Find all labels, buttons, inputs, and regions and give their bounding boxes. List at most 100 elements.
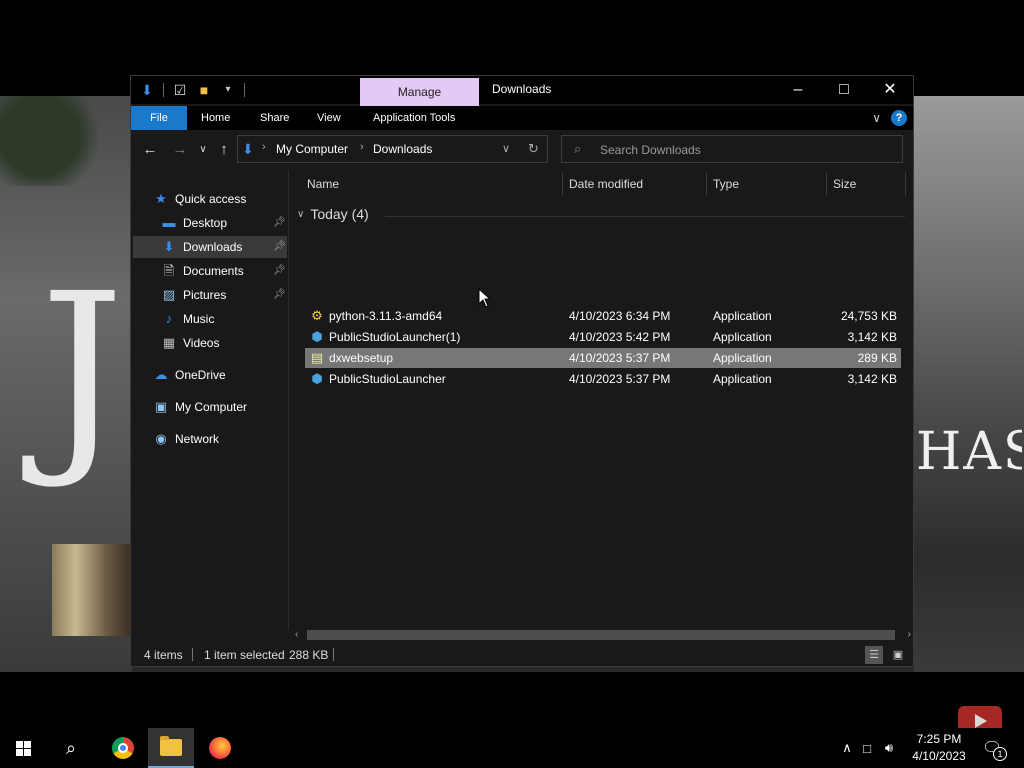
title-bar[interactable]: ⬇ ☑ ■ ▾ Manage Downloads – □ ✕ [131, 76, 913, 106]
desktop-icon: ▬ [162, 215, 176, 230]
scroll-right-arrow-icon[interactable]: › [908, 628, 911, 642]
selection-size: 288 KB [289, 648, 329, 662]
column-divider[interactable] [826, 172, 827, 196]
system-tray: ∧ □ 🔊︎ [838, 728, 900, 768]
manage-contextual-tab[interactable]: Manage [360, 78, 479, 106]
group-header-today[interactable]: ∨ Today (4) [297, 206, 369, 222]
address-bar[interactable]: ⬇ › My Computer › Downloads ∨ ↻ [237, 135, 548, 163]
new-folder-icon[interactable]: ■ [196, 82, 212, 98]
nav-item-label: Documents [183, 264, 244, 278]
nav-item-documents[interactable]: 🗎 Documents [161, 260, 285, 282]
python-installer-icon: ⚙ [311, 308, 323, 323]
volume-icon[interactable]: 🔊︎ [878, 740, 900, 756]
chrome-icon[interactable] [100, 728, 146, 768]
address-dropdown-chevron-icon[interactable]: ∨ [502, 142, 510, 155]
breadcrumb-my-computer[interactable]: My Computer [276, 142, 348, 156]
large-icons-view-icon[interactable]: ▣ [889, 646, 907, 664]
column-divider[interactable] [706, 172, 707, 196]
file-explorer-icon[interactable] [148, 728, 194, 768]
desktop: J HASE ⬇ ☑ ■ ▾ Manage Downloads – □ ✕ F [0, 0, 1024, 768]
tab-file[interactable]: File [131, 106, 187, 130]
file-name: dxwebsetup [329, 351, 394, 365]
column-header-size[interactable]: Size [833, 170, 856, 198]
breadcrumb-downloads[interactable]: Downloads [373, 142, 432, 156]
pin-icon[interactable]: 📌︎ [273, 241, 286, 252]
nav-item-quick-access[interactable]: ★ Quick access [153, 188, 283, 210]
file-date: 4/10/2023 5:37 PM [569, 372, 671, 386]
table-row[interactable]: ⬢ PublicStudioLauncher 4/10/2023 5:37 PM… [305, 369, 901, 389]
toolbar-divider [163, 83, 164, 97]
up-arrow-icon[interactable]: ↑ [215, 141, 233, 159]
show-hidden-icons-chevron-icon[interactable]: ∧ [838, 740, 856, 756]
breadcrumb-chevron-icon[interactable]: › [360, 141, 364, 153]
nav-item-my-computer[interactable]: ▣ My Computer [153, 396, 283, 418]
file-date: 4/10/2023 5:37 PM [569, 351, 671, 365]
nav-item-label: Pictures [183, 288, 227, 302]
search-box[interactable]: ⌕ [561, 135, 903, 163]
maximize-button[interactable]: □ [821, 76, 867, 104]
nav-item-pictures[interactable]: ▨ Pictures [161, 284, 285, 306]
close-button[interactable]: ✕ [867, 76, 913, 104]
table-row[interactable]: ⬢ PublicStudioLauncher(1) 4/10/2023 5:42… [305, 327, 901, 347]
firefox-icon[interactable] [197, 728, 243, 768]
navigation-bar: ← → ∨ ↑ ⬇ › My Computer › Downloads ∨ ↻ … [131, 132, 913, 168]
forward-arrow-icon[interactable]: → [171, 141, 189, 159]
tab-application-tools[interactable]: Application Tools [373, 106, 455, 130]
table-row-selected[interactable]: ▤ dxwebsetup 4/10/2023 5:37 PM Applicati… [305, 348, 901, 368]
column-header-type[interactable]: Type [713, 170, 739, 198]
table-row[interactable]: ⚙ python-3.11.3-amd64 4/10/2023 6:34 PM … [305, 306, 901, 326]
search-icon[interactable]: ⌕ [48, 728, 94, 768]
column-header-date-modified[interactable]: Date modified [569, 170, 643, 198]
customize-toolbar-icon[interactable]: ▾ [220, 82, 236, 98]
scrollbar-thumb[interactable] [307, 630, 895, 640]
pin-icon[interactable]: 📌︎ [273, 217, 286, 228]
column-divider[interactable] [562, 172, 563, 196]
collapse-chevron-icon[interactable]: ∨ [297, 209, 304, 220]
network-status-icon[interactable]: □ [856, 741, 878, 756]
properties-icon[interactable]: ☑ [172, 82, 188, 98]
mouse-cursor-icon [478, 288, 492, 308]
scroll-left-arrow-icon[interactable]: ‹ [295, 628, 298, 642]
taskbar-clock[interactable]: 7:25 PM 4/10/2023 [904, 731, 974, 765]
column-header-name[interactable]: Name [307, 170, 339, 198]
breadcrumb-chevron-icon[interactable]: › [262, 141, 266, 153]
recent-locations-chevron-icon[interactable]: ∨ [194, 141, 212, 159]
pin-icon[interactable]: 📌︎ [273, 265, 286, 276]
file-type: Application [713, 330, 772, 344]
wallpaper-building-sign: HASE [916, 422, 1022, 482]
nav-item-videos[interactable]: ▦ Videos [161, 332, 285, 354]
file-name: python-3.11.3-amd64 [329, 309, 443, 323]
nav-item-onedrive[interactable]: ☁ OneDrive [153, 364, 283, 386]
nav-item-desktop[interactable]: ▬ Desktop [161, 212, 285, 234]
column-divider[interactable] [905, 172, 906, 196]
quick-access-toolbar: ⬇ ☑ ■ ▾ [139, 82, 245, 98]
nav-item-downloads[interactable]: ⬇ Downloads [133, 236, 287, 258]
tab-share[interactable]: Share [260, 106, 289, 130]
windows-logo-icon [15, 740, 31, 756]
nav-item-label: Network [175, 432, 220, 446]
back-arrow-icon[interactable]: ← [141, 141, 159, 159]
tab-view[interactable]: View [317, 106, 341, 130]
file-size: 289 KB [857, 351, 897, 365]
nav-item-network[interactable]: ◉ Network [153, 428, 283, 450]
group-divider [385, 216, 905, 217]
file-date: 4/10/2023 6:34 PM [569, 309, 671, 323]
search-input[interactable] [600, 141, 890, 158]
taskbar: ⌕ ∧ □ 🔊︎ 7:25 PM 4/10/2023 🗨︎ 1 [0, 728, 1024, 768]
details-view-icon[interactable]: ☰ [865, 646, 883, 664]
selection-count: 1 item selected [204, 648, 285, 662]
tab-home[interactable]: Home [201, 106, 230, 130]
pin-icon[interactable]: 📌︎ [273, 289, 286, 300]
file-size: 3,142 KB [847, 330, 897, 344]
download-arrow-icon[interactable]: ⬇ [139, 82, 155, 98]
wallpaper-sign-letter: J [40, 248, 125, 493]
start-button[interactable] [0, 728, 46, 768]
pane-splitter[interactable] [288, 170, 289, 630]
refresh-icon[interactable]: ↻ [528, 141, 539, 157]
minimize-button[interactable]: – [775, 76, 821, 104]
help-icon[interactable]: ? [891, 110, 907, 126]
horizontal-scrollbar[interactable]: ‹ › [291, 628, 913, 642]
nav-item-music[interactable]: ♪ Music [161, 308, 285, 330]
expand-ribbon-chevron-icon[interactable]: ∨ [872, 111, 881, 125]
setup-icon: ▤ [310, 350, 324, 365]
